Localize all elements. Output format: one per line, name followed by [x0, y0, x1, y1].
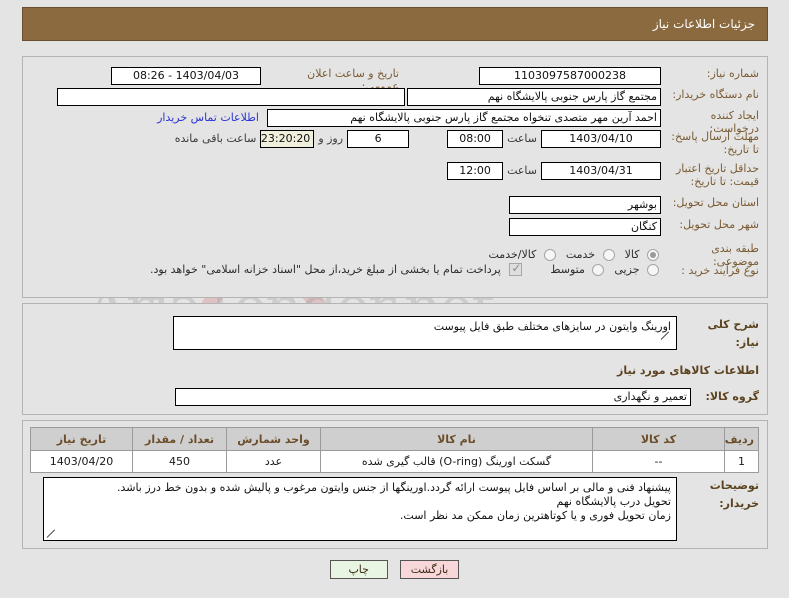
buyer-org-overflow-row: [57, 88, 405, 106]
response-deadline-time-label: ساعت: [507, 132, 537, 145]
city-row: شهر محل تحویل: کنگان: [509, 218, 759, 236]
price-validity-row: حداقل تاریخ اعتبار قیمت: تا تاریخ: 1403/…: [447, 162, 759, 188]
back-button[interactable]: بازگشت: [399, 560, 460, 579]
print-button[interactable]: چاپ: [329, 560, 388, 579]
radio-khedmat-label: خدمت: [565, 248, 596, 261]
need-description-label: شرح کلی نیاز:: [707, 318, 759, 349]
province-row: استان محل تحویل: بوشهر: [509, 196, 759, 214]
col-kod-kala: کد کالا: [592, 427, 725, 451]
col-radif: ردیف: [724, 427, 759, 451]
buyer-notes-line-1: پیشنهاد فنی و مالی بر اساس فایل پیوست ار…: [116, 481, 671, 494]
buyer-contact-link[interactable]: اطلاعات تماس خریدار: [157, 109, 259, 127]
cell-tedad: 450: [132, 450, 227, 473]
col-nam-kala: نام کالا: [320, 427, 593, 451]
page-title-bar: جزئیات اطلاعات نیاز: [22, 7, 768, 41]
need-description-row: شرح کلی نیاز: اورینگ وایتون در سایزهای م…: [173, 316, 759, 352]
product-group-label: گروه کالا:: [705, 390, 759, 403]
purchase-type-option-motavaset[interactable]: متوسط: [540, 263, 605, 277]
radio-motavaset-icon[interactable]: [592, 264, 605, 276]
response-deadline-row: مهلت ارسال پاسخ: تا تاریخ: 1403/04/10 سا…: [171, 130, 759, 156]
radio-kala-khedmat-label: کالا/خدمت: [488, 248, 537, 261]
response-deadline-date: 1403/04/10: [541, 130, 661, 148]
remaining-days-value: 6: [347, 130, 410, 148]
countdown-timer: 23:20:20: [260, 130, 315, 148]
description-panel: شرح کلی نیاز: اورینگ وایتون در سایزهای م…: [22, 303, 768, 415]
footer-actions: بازگشت چاپ: [0, 560, 789, 579]
table-header-row: ردیف کد کالا نام کالا واحد شمارش تعداد /…: [30, 427, 759, 451]
treasury-note-checkbox-group[interactable]: پرداخت تمام یا بخشی از مبلغ خرید،از محل …: [140, 261, 523, 277]
buyer-notes-textarea[interactable]: پیشنهاد فنی و مالی بر اساس فایل پیوست ار…: [43, 477, 677, 541]
buyer-notes-label: توضیحات خریدار:: [709, 479, 759, 510]
radio-kala-icon[interactable]: [647, 249, 659, 261]
radio-khedmat-icon[interactable]: [602, 249, 615, 261]
purchase-type-row: نوع فرآیند خرید : جزیی متوسط پرداخت تمام…: [140, 261, 759, 277]
treasury-checkbox-icon[interactable]: [509, 261, 523, 276]
requester-value: احمد آرین مهر متصدی تنخواه مجتمع گاز پار…: [267, 109, 661, 127]
buyer-notes-line-3: زمان تحویل فوری و یا کوتاهترین زمان ممکن…: [399, 509, 671, 522]
price-validity-label: حداقل تاریخ اعتبار قیمت: تا تاریخ:: [675, 162, 759, 188]
col-tarikh-niaz: تاریخ نیاز: [30, 427, 133, 451]
cell-nam-kala: گسکت اورینگ (O-ring) قالب گیری شده: [320, 450, 593, 473]
cell-vahed: عدد: [226, 450, 321, 473]
product-group-value: تعمیر و نگهداری: [175, 388, 691, 406]
buyer-notes-resize-grip-icon[interactable]: [46, 529, 56, 539]
treasury-note-text: پرداخت تمام یا بخشی از مبلغ خرید،از محل …: [150, 263, 501, 276]
subject-class-option-khedmat[interactable]: خدمت: [556, 248, 615, 262]
response-deadline-label: مهلت ارسال پاسخ: تا تاریخ:: [671, 130, 759, 156]
buyer-org-value: مجتمع گاز پارس جنوبی پالایشگاه نهم: [407, 88, 661, 106]
buyer-org-label: نام دستگاه خریدار:: [672, 88, 759, 101]
buyer-notes-row: توضیحات خریدار: پیشنهاد فنی و مالی بر اس…: [43, 477, 759, 541]
buyer-notes-line-2: تحویل درب پالایشگاه نهم: [556, 495, 672, 508]
items-panel: ردیف کد کالا نام کالا واحد شمارش تعداد /…: [22, 420, 768, 549]
subject-class-option-kala-khedmat[interactable]: کالا/خدمت: [479, 248, 556, 262]
radio-kala-khedmat-icon[interactable]: [543, 249, 556, 261]
city-label: شهر محل تحویل:: [679, 218, 759, 231]
items-table: ردیف کد کالا نام کالا واحد شمارش تعداد /…: [30, 427, 759, 473]
col-tedad: تعداد / مقدار: [132, 427, 227, 451]
col-vahed: واحد شمارش: [226, 427, 321, 451]
page-title: جزئیات اطلاعات نیاز: [652, 17, 755, 31]
description-resize-grip-icon[interactable]: [660, 331, 671, 341]
cell-radif: 1: [724, 450, 759, 473]
city-value: کنگان: [509, 218, 661, 236]
need-info-panel: شماره نیاز: 1103097587000238 تاریخ و ساع…: [22, 56, 768, 298]
buyer-org-row: نام دستگاه خریدار: مجتمع گاز پارس جنوبی …: [407, 88, 759, 106]
radio-kala-label: کالا: [624, 248, 640, 261]
need-number-row: شماره نیاز: 1103097587000238: [479, 67, 759, 85]
province-label: استان محل تحویل:: [672, 196, 759, 209]
need-description-textarea[interactable]: اورینگ وایتون در سایزهای مختلف طبق فایل …: [173, 316, 677, 350]
remaining-hours-label: ساعت باقی مانده: [174, 132, 257, 145]
cell-kod-kala: --: [592, 450, 725, 473]
price-validity-time-label: ساعت: [507, 164, 537, 177]
product-group-row: گروه کالا: تعمیر و نگهداری: [175, 388, 759, 406]
purchase-type-label: نوع فرآیند خرید :: [681, 263, 759, 277]
price-validity-time: 12:00: [447, 162, 504, 180]
items-section-title: اطلاعات کالاهای مورد نیاز: [617, 364, 759, 377]
response-deadline-time: 08:00: [447, 130, 504, 148]
table-row: 1 -- گسکت اورینگ (O-ring) قالب گیری شده …: [30, 450, 759, 473]
need-number-value: 1103097587000238: [479, 67, 661, 85]
province-value: بوشهر: [509, 196, 661, 214]
radio-motavaset-label: متوسط: [550, 263, 585, 276]
remaining-days-label: روز و: [318, 132, 344, 145]
announce-datetime-value: 1403/04/03 - 08:26: [111, 67, 261, 85]
purchase-type-option-jozii[interactable]: جزیی: [604, 263, 659, 277]
need-number-label: شماره نیاز:: [706, 67, 759, 80]
radio-jozii-label: جزیی: [614, 263, 640, 276]
subject-class-option-kala[interactable]: کالا: [615, 248, 659, 262]
cell-tarikh-niaz: 1403/04/20: [30, 450, 133, 473]
price-validity-date: 1403/04/31: [541, 162, 661, 180]
radio-jozii-icon[interactable]: [647, 264, 659, 276]
buyer-org-overflow-value: [57, 88, 405, 106]
